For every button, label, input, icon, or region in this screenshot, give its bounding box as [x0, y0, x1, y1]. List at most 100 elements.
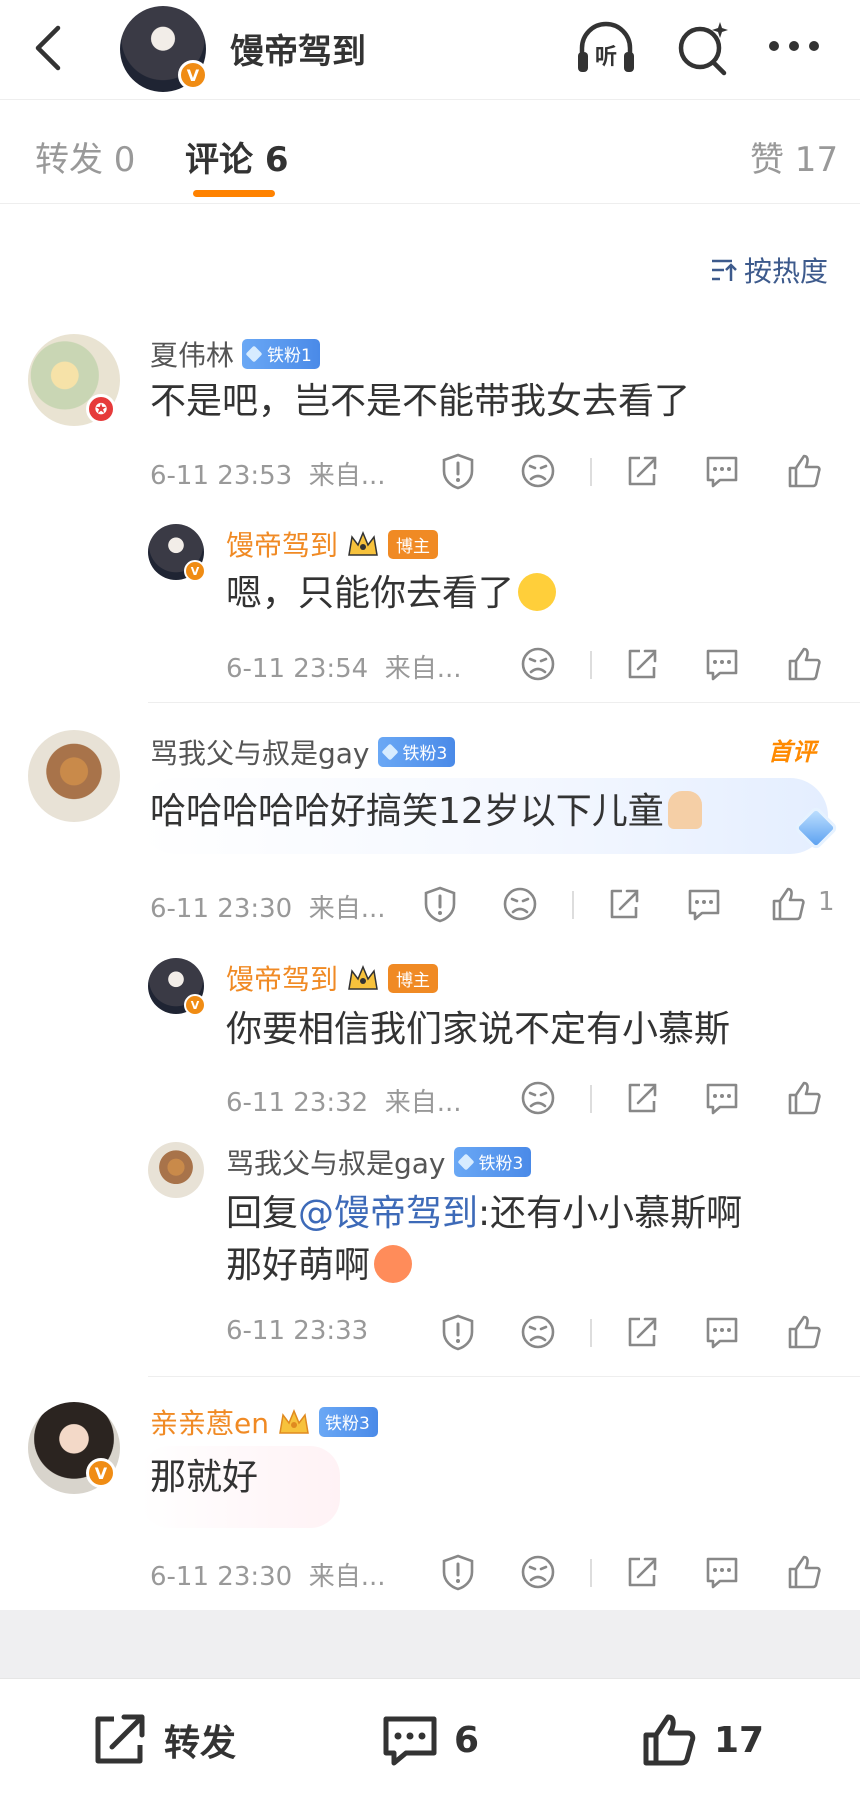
share-button[interactable] — [624, 1079, 660, 1117]
comment-meta: 6-11 23:30 来自... — [150, 1556, 386, 1593]
dislike-button[interactable] — [520, 452, 556, 490]
thumbs-up-icon — [788, 1555, 821, 1589]
report-button[interactable] — [440, 452, 476, 490]
mention-link[interactable]: @馒帝驾到 — [298, 1193, 478, 1234]
avatar-image — [148, 1142, 204, 1198]
sad-face-icon — [521, 1081, 555, 1115]
share-button[interactable] — [606, 885, 642, 923]
dislike-button[interactable] — [520, 1553, 556, 1591]
comment-text-content: 哈哈哈哈哈好搞笑12岁以下儿童 — [150, 791, 664, 832]
bottom-action-bar: 转发 6 17 — [0, 1678, 860, 1812]
avatar[interactable] — [148, 1142, 204, 1198]
share-button[interactable] — [624, 1553, 660, 1591]
reply-button[interactable] — [704, 1079, 740, 1117]
comment-author[interactable]: 骂我父与叔是gay 铁粉3 — [150, 732, 456, 772]
fan-badge-label: 铁粉3 — [402, 744, 448, 764]
tab-repost[interactable]: 转发 0 — [35, 132, 135, 181]
reply-author[interactable]: 馒帝驾到 博主 — [226, 524, 439, 564]
comment-actions — [440, 1553, 830, 1593]
like-button[interactable] — [786, 452, 822, 490]
crown-icon — [279, 1409, 309, 1434]
action-divider — [590, 1319, 592, 1347]
more-button[interactable] — [766, 38, 822, 54]
reply-actions — [440, 1313, 830, 1353]
fan-badge-label: 铁粉3 — [478, 1154, 524, 1174]
author-name: 馒帝驾到 — [226, 963, 339, 996]
shield-alert-icon — [424, 886, 456, 923]
avatar-image — [28, 730, 120, 822]
reply-text: 你要相信我们家说不定有小慕斯 — [226, 1009, 731, 1050]
chevron-left-icon — [35, 25, 61, 71]
reply-button[interactable] — [704, 1553, 740, 1591]
avatar[interactable] — [28, 730, 120, 822]
shield-alert-icon — [442, 1554, 474, 1591]
shield-alert-icon — [442, 1314, 474, 1351]
verified-badge-icon: V — [86, 1458, 116, 1488]
share-button[interactable] — [624, 645, 660, 683]
author-name: 亲亲蒽en — [150, 1407, 269, 1440]
comment-author[interactable]: 夏伟林 铁粉1 — [150, 334, 320, 374]
report-button[interactable] — [440, 1553, 476, 1591]
shield-alert-icon — [442, 453, 474, 490]
reply-actions — [520, 1079, 830, 1119]
sad-face-icon — [503, 887, 537, 921]
reply-button[interactable] — [704, 1313, 740, 1351]
comment-icon — [383, 1716, 437, 1766]
like-button[interactable] — [786, 1553, 822, 1591]
comment-button[interactable]: 6 — [380, 1711, 479, 1769]
dislike-button[interactable] — [502, 885, 538, 923]
fan-badge: 铁粉3 — [453, 1147, 532, 1177]
reply-text-content: 嗯，只能你去看了 — [226, 573, 515, 614]
comment-icon — [706, 649, 738, 681]
reply-author[interactable]: 骂我父与叔是gay 铁粉3 — [226, 1142, 532, 1182]
sort-toggle[interactable]: 按热度 — [710, 250, 828, 290]
reply-text: 嗯，只能你去看了 — [226, 568, 557, 620]
share-icon — [628, 1083, 657, 1113]
listen-button[interactable]: 听 — [574, 18, 638, 78]
active-tab-indicator — [193, 190, 275, 197]
search-button[interactable] — [676, 18, 732, 78]
repost-button[interactable]: 转发 — [90, 1711, 236, 1769]
reply-text-line1: :还有小小慕斯啊 — [478, 1193, 743, 1234]
reply-author[interactable]: 馒帝驾到 博主 — [226, 958, 439, 998]
dislike-button[interactable] — [520, 645, 556, 683]
action-divider — [590, 458, 592, 486]
reply-text-line2: 那好萌啊 — [226, 1245, 371, 1286]
author-name: 骂我父与叔是gay — [150, 737, 370, 770]
share-button[interactable] — [624, 1313, 660, 1351]
comment-author[interactable]: 亲亲蒽en 铁粉3 — [150, 1402, 378, 1442]
like-button[interactable] — [786, 1079, 822, 1117]
like-button[interactable] — [786, 1313, 822, 1351]
back-button[interactable] — [30, 22, 70, 74]
reply-time: 6-11 23:33 — [226, 1316, 369, 1346]
tab-comment[interactable]: 评论 6 — [185, 132, 289, 181]
reply-text-continued: 那好萌啊 — [226, 1240, 413, 1292]
sort-label: 按热度 — [744, 255, 829, 288]
reply-button[interactable] — [704, 645, 740, 683]
like-button[interactable] — [770, 885, 806, 923]
report-button[interactable] — [440, 1313, 476, 1351]
comment-icon — [706, 1557, 738, 1589]
tab-like[interactable]: 赞 17 — [750, 132, 838, 181]
share-icon — [628, 1317, 657, 1347]
sad-face-icon — [521, 1555, 555, 1589]
comment-text: 不是吧，岂不是不能带我女去看了 — [150, 381, 691, 422]
author-name[interactable]: 馒帝驾到 — [230, 24, 366, 73]
comment-separator — [148, 1376, 860, 1377]
fan-badge: 铁粉3 — [377, 737, 456, 767]
drooling-face-emoji-icon — [374, 1245, 413, 1283]
diamond-icon — [381, 743, 399, 760]
list-end-spacer — [0, 1610, 860, 1678]
reply-source: 来自... — [384, 654, 462, 684]
dislike-button[interactable] — [520, 1079, 556, 1117]
like-button[interactable]: 17 — [640, 1711, 764, 1769]
first-comment-tag: 首评 — [768, 738, 816, 766]
share-button[interactable] — [624, 452, 660, 490]
dislike-button[interactable] — [520, 1313, 556, 1351]
like-button[interactable] — [786, 645, 822, 683]
reply-button[interactable] — [704, 452, 740, 490]
reply-button[interactable] — [686, 885, 722, 923]
reply-meta: 6-11 23:33 — [226, 1316, 368, 1346]
report-button[interactable] — [422, 885, 458, 923]
share-icon — [95, 1714, 145, 1764]
